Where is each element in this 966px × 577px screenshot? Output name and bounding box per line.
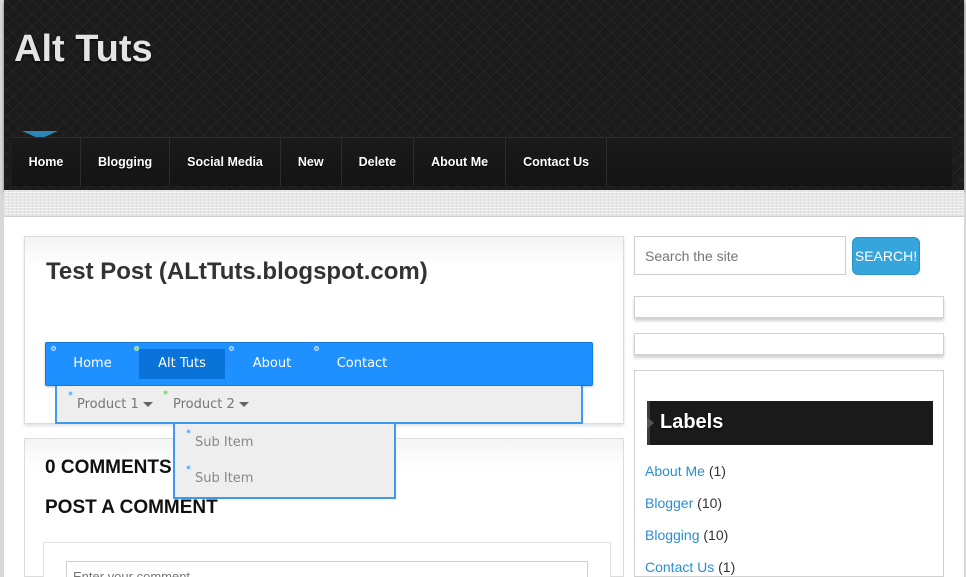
nav-item-new[interactable]: New	[281, 138, 342, 186]
label-item: Blogger (10)	[645, 495, 722, 511]
demo-menu-home[interactable]: Home	[56, 349, 129, 379]
labels-heading: Labels	[660, 411, 724, 433]
label-link-blogger[interactable]: Blogger	[645, 495, 693, 511]
post-comment-heading: POST A COMMENT	[45, 497, 218, 518]
submenu-product-2[interactable]: Product 2	[173, 397, 249, 412]
label-item: About Me (1)	[645, 463, 726, 479]
label-count: (10)	[703, 527, 729, 543]
demo-menu-about[interactable]: About	[236, 349, 308, 379]
nav-item-blogging[interactable]: Blogging	[81, 138, 171, 186]
nav-item-home[interactable]: Home	[12, 138, 81, 186]
site-title[interactable]: Alt Tuts	[14, 28, 153, 71]
comment-input[interactable]	[66, 561, 588, 577]
menu-dot-icon	[163, 390, 168, 395]
search-input[interactable]	[634, 236, 846, 275]
caret-down-icon	[238, 402, 249, 407]
demo-subsubmenu: Sub Item Sub Item	[173, 424, 396, 499]
submenu-product-1-label: Product 1	[77, 397, 139, 412]
subsubmenu-item[interactable]: Sub Item	[195, 471, 253, 486]
subsubmenu-item[interactable]: Sub Item	[195, 435, 253, 450]
demo-menu-contact[interactable]: Contact	[321, 349, 403, 379]
submenu-product-2-label: Product 2	[173, 397, 235, 412]
label-count: (10)	[697, 495, 723, 511]
arrow-right-icon	[647, 417, 654, 429]
post-title[interactable]: Test Post (ALtTuts.blogspot.com)	[46, 258, 428, 286]
submenu-product-1[interactable]: Product 1	[77, 397, 153, 412]
label-link-about-me[interactable]: About Me	[645, 463, 705, 479]
label-count: (1)	[708, 463, 726, 479]
menu-dot-icon	[68, 391, 73, 396]
demo-menu-alt-tuts[interactable]: Alt Tuts	[139, 349, 225, 379]
nav-item-delete[interactable]: Delete	[342, 138, 415, 186]
label-link-blogging[interactable]: Blogging	[645, 527, 700, 543]
search-button[interactable]: SEARCH!	[852, 237, 920, 275]
nav-item-social-media[interactable]: Social Media	[170, 138, 281, 186]
caret-down-icon	[142, 402, 153, 407]
menu-dot-icon	[186, 465, 191, 470]
nav-item-contact-us[interactable]: Contact Us	[506, 138, 608, 186]
main-nav: Home Blogging Social Media New Delete Ab…	[12, 137, 952, 186]
comments-count-heading: 0 COMMENTS	[45, 457, 172, 478]
label-count: (1)	[718, 559, 736, 575]
nav-item-about-me[interactable]: About Me	[414, 138, 507, 186]
demo-submenu: Product 1 Product 2	[55, 386, 583, 424]
sidebar-widget-empty	[634, 333, 944, 355]
menu-dot-icon	[229, 346, 234, 351]
label-item: Blogging (10)	[645, 527, 728, 543]
label-item: Contact Us (1)	[645, 559, 735, 575]
menu-dot-icon	[186, 429, 191, 434]
demo-dropdown-menu: Home Alt Tuts About Contact	[45, 342, 593, 386]
label-link-contact-us[interactable]: Contact Us	[645, 559, 714, 575]
menu-dot-icon	[314, 346, 319, 351]
sidebar-widget-empty	[634, 296, 944, 318]
